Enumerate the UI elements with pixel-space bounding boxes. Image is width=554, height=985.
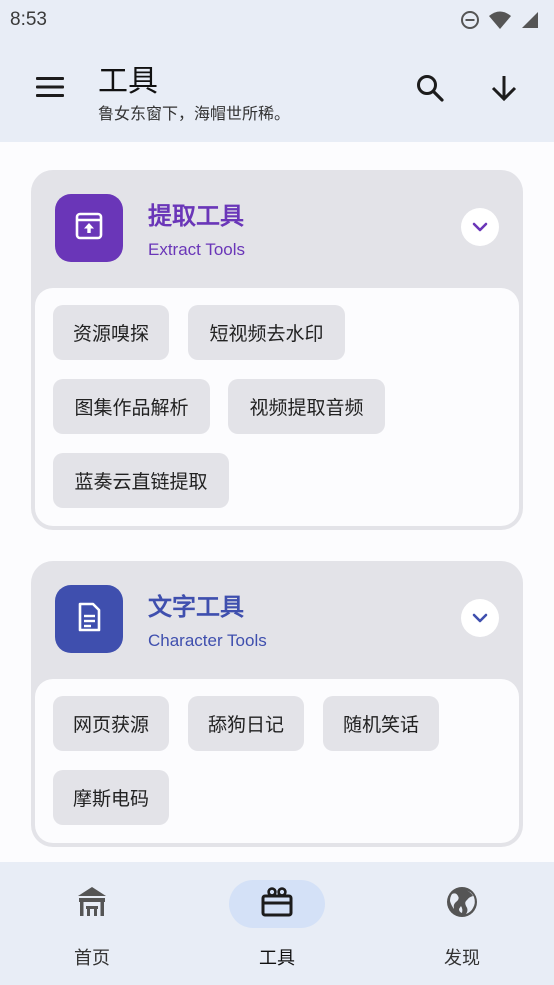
nav-item-home[interactable]: 首页 — [22, 862, 162, 985]
nav-icon-wrap — [44, 880, 140, 928]
chip-gallery-parse[interactable]: 图集作品解析 — [53, 379, 210, 434]
toolbox-icon — [260, 886, 294, 922]
chip-video-watermark[interactable]: 短视频去水印 — [188, 305, 345, 360]
nav-label: 首页 — [74, 948, 110, 969]
chip-morse-code[interactable]: 摩斯电码 — [53, 770, 169, 825]
status-time: 8:53 — [10, 9, 47, 30]
chip-web-source[interactable]: 网页获源 — [53, 696, 169, 751]
bottom-navigation: 首页 工具 发现 — [0, 862, 554, 985]
page-title: 工具 — [98, 64, 158, 99]
menu-button[interactable] — [30, 72, 70, 106]
signal-icon — [520, 10, 540, 30]
search-icon — [415, 73, 445, 107]
document-icon — [73, 601, 105, 637]
content-area: 提取工具 Extract Tools 资源嗅探 短视频去水印 图集作品解析 视频… — [0, 142, 554, 862]
card-header[interactable]: 提取工具 Extract Tools — [31, 170, 523, 288]
app-bar: 工具 鲁女东窗下，海帽世所稀。 — [0, 40, 554, 142]
globe-icon — [445, 885, 479, 923]
nav-item-tools[interactable]: 工具 — [207, 862, 347, 985]
card-body: 资源嗅探 短视频去水印 图集作品解析 视频提取音频 蓝奏云直链提取 — [35, 288, 519, 526]
wifi-icon — [488, 10, 512, 30]
extract-tools-card: 提取工具 Extract Tools 资源嗅探 短视频去水印 图集作品解析 视频… — [31, 170, 523, 530]
chip-lanzou-link[interactable]: 蓝奏云直链提取 — [53, 453, 229, 508]
expand-button[interactable] — [461, 599, 499, 637]
home-pavilion-icon — [76, 885, 108, 923]
nav-label: 发现 — [444, 948, 480, 969]
chevron-down-icon — [471, 609, 489, 628]
nav-label: 工具 — [259, 948, 295, 969]
nav-item-discover[interactable]: 发现 — [392, 862, 532, 985]
card-icon — [55, 194, 123, 262]
page-subtitle: 鲁女东窗下，海帽世所稀。 — [98, 104, 291, 123]
chip-random-joke[interactable]: 随机笑话 — [323, 696, 439, 751]
status-bar: 8:53 — [0, 0, 554, 40]
download-button[interactable] — [484, 70, 524, 110]
card-header[interactable]: 文字工具 Character Tools — [31, 561, 523, 679]
nav-icon-wrap — [414, 880, 510, 928]
chip-video-audio[interactable]: 视频提取音频 — [228, 379, 385, 434]
chip-resource-sniff[interactable]: 资源嗅探 — [53, 305, 169, 360]
archive-upload-icon — [73, 210, 105, 246]
character-tools-card: 文字工具 Character Tools 网页获源 舔狗日记 随机笑话 摩斯电码 — [31, 561, 523, 847]
download-arrow-icon — [490, 74, 518, 106]
card-body: 网页获源 舔狗日记 随机笑话 摩斯电码 — [35, 679, 519, 843]
chip-lick-dog-diary[interactable]: 舔狗日记 — [188, 696, 304, 751]
do-not-disturb-icon — [460, 10, 480, 30]
search-button[interactable] — [410, 70, 450, 110]
expand-button[interactable] — [461, 208, 499, 246]
card-subtitle: Extract Tools — [148, 240, 246, 259]
chevron-down-icon — [471, 218, 489, 237]
card-subtitle: Character Tools — [148, 631, 267, 650]
card-icon — [55, 585, 123, 653]
card-title: 提取工具 — [148, 202, 244, 230]
nav-icon-wrap — [229, 880, 325, 928]
menu-icon — [35, 76, 65, 102]
status-icons — [460, 10, 544, 30]
card-title: 文字工具 — [148, 593, 244, 621]
